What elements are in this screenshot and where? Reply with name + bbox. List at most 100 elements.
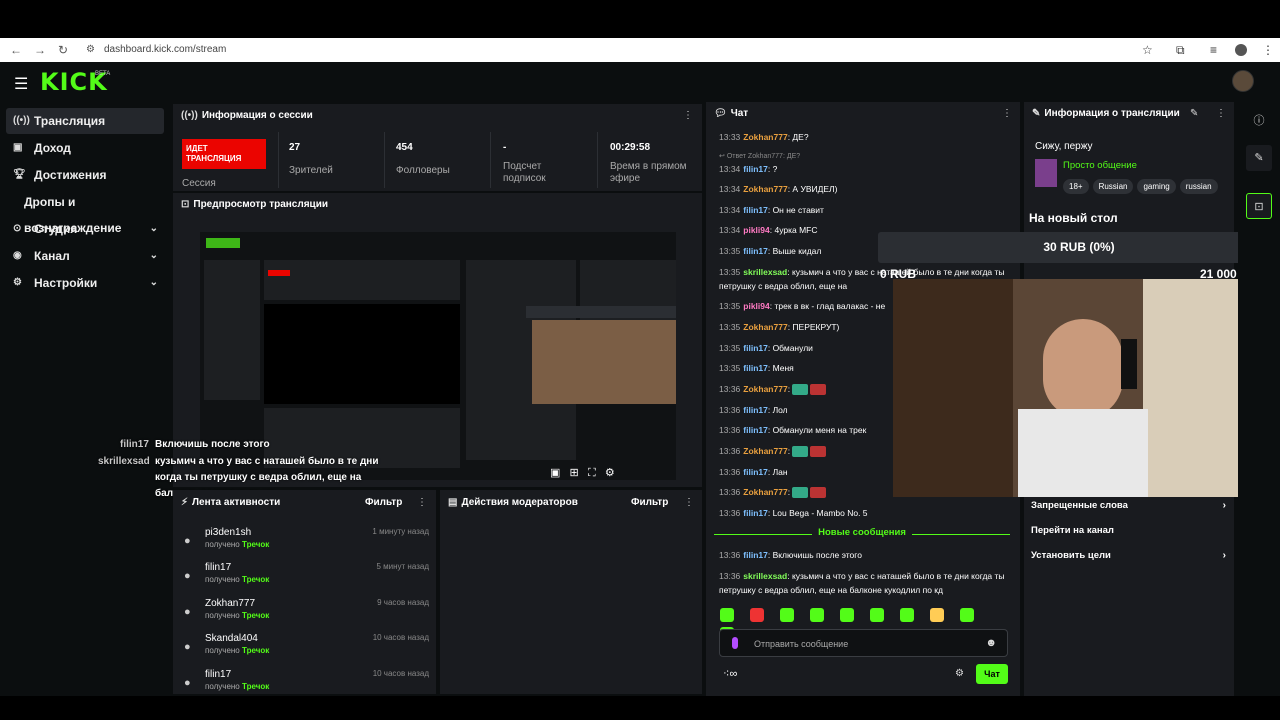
media-icon[interactable]: ≡ <box>1210 43 1217 57</box>
more-options-icon[interactable]: ⋮ <box>683 110 693 121</box>
back-icon[interactable]: ← <box>10 43 22 57</box>
chat-timestamp: 13:36 <box>719 487 741 497</box>
broadcast-icon: ((•)) <box>13 115 30 126</box>
url-field[interactable]: dashboard.kick.com/stream <box>104 44 226 55</box>
activity-item[interactable]: ● filin17 получено Тречок 5 минут назад <box>184 562 429 592</box>
chat-username[interactable]: filin17 <box>743 343 768 353</box>
chat-message[interactable]: 13:34 filin17: Он не ставит <box>719 203 1009 217</box>
chat-username[interactable]: Zokhan777 <box>743 487 787 497</box>
banned-words-link[interactable]: Запрещенные слова › <box>1031 500 1226 511</box>
sidebar-item-income[interactable]: ▣ Доход <box>6 135 164 161</box>
user-icon: ● <box>184 677 191 689</box>
chat-username[interactable]: filin17 <box>743 246 768 256</box>
category-thumbnail[interactable] <box>1035 159 1057 187</box>
preview-controls[interactable]: ▣ ⊞ ⛶ ⚙ <box>550 466 615 480</box>
chat-message[interactable]: 13:36 filin17: Включишь после этого <box>719 548 1009 562</box>
emote[interactable] <box>750 608 764 622</box>
chat-username[interactable]: Zokhan777 <box>743 446 787 456</box>
sidebar-item-settings[interactable]: ⚙ Настройки ⌄ <box>6 270 164 296</box>
reply-context: ↩ Ответ Zokhan777: ДЕ? <box>719 153 801 160</box>
sidebar-item-drops[interactable]: Дропы и вознаграждение <box>6 189 164 235</box>
more-options-icon[interactable]: ⋮ <box>1216 108 1226 119</box>
chat-username[interactable]: filin17 <box>743 205 768 215</box>
activity-item[interactable]: ● Skandal404 получено Тречок 10 часов на… <box>184 633 429 663</box>
chat-username[interactable]: filin17 <box>743 550 768 560</box>
sidebar-item-achievements[interactable]: 🏆︎ Достижения <box>6 162 164 188</box>
forward-icon[interactable]: → <box>34 43 46 57</box>
more-options-icon[interactable]: ⋮ <box>1002 108 1012 119</box>
chat-username[interactable]: Zokhan777 <box>743 322 787 332</box>
chat-username[interactable]: skrillexsad <box>743 571 787 581</box>
emote <box>810 384 827 396</box>
chat-message[interactable]: 13:36 filin17: Lou Bega - Mambo No. 5 <box>719 506 1009 520</box>
chat-username[interactable]: filin17 <box>743 405 768 415</box>
set-goals-link[interactable]: Установить цели › <box>1031 550 1226 561</box>
activity-user: filin17 <box>205 669 232 680</box>
activity-item[interactable]: ● pi3den1sh получено Тречок 1 минуту наз… <box>184 527 429 557</box>
emote[interactable] <box>900 608 914 622</box>
chat-timestamp: 13:36 <box>719 384 741 394</box>
edit-icon[interactable]: ✎ <box>1190 108 1198 119</box>
tag[interactable]: 18+ <box>1063 179 1089 194</box>
chat-username[interactable]: filin17 <box>743 363 768 373</box>
emote[interactable] <box>960 608 974 622</box>
tag-list: 18+ Russian gaming russian <box>1063 176 1233 194</box>
chat-username[interactable]: filin17 <box>743 508 768 518</box>
chat-username[interactable]: pikli94 <box>743 301 769 311</box>
profile-avatar[interactable] <box>1235 44 1247 56</box>
user-avatar[interactable] <box>1232 70 1254 92</box>
tag[interactable]: russian <box>1179 179 1218 194</box>
more-options-icon[interactable]: ⋮ <box>417 497 427 508</box>
chat-input[interactable]: Отправить сообщение ☻ <box>719 629 1008 657</box>
chat-username[interactable]: filin17 <box>743 425 768 435</box>
mod-filter-button[interactable]: Фильтр <box>631 497 668 508</box>
cam-person <box>1043 319 1123 419</box>
sidebar-item-stream[interactable]: ((•)) Трансляция <box>6 108 164 134</box>
chat-username[interactable]: Zokhan777 <box>743 384 787 394</box>
stat-label: Фолловеры <box>396 165 450 176</box>
shield-icon: ▤ <box>448 497 458 508</box>
extensions-icon[interactable]: ⧉ <box>1176 43 1185 58</box>
emote[interactable] <box>720 608 734 622</box>
emote[interactable] <box>930 608 944 622</box>
chat-username[interactable]: filin17 <box>743 164 768 174</box>
reload-icon[interactable]: ↻ <box>58 43 68 57</box>
chat-username[interactable]: filin17 <box>743 467 768 477</box>
tag[interactable]: Russian <box>1092 179 1134 194</box>
chat-message[interactable]: 13:34 Zokhan777: А УВИДЕЛ) <box>719 182 1009 196</box>
bolt-icon: ⚡︎ <box>181 497 189 508</box>
chat-username[interactable]: pikli94 <box>743 225 769 235</box>
sidebar-item-channel[interactable]: ◉ Канал ⌄ <box>6 243 164 269</box>
info-icon[interactable]: ⓘ <box>1246 108 1272 134</box>
chat-username[interactable]: skrillexsad <box>743 267 787 277</box>
activity-item[interactable]: ● Zokhan777 получено Тречок 9 часов наза… <box>184 598 429 628</box>
emote[interactable] <box>810 608 824 622</box>
send-chat-button[interactable]: Чат <box>976 664 1008 684</box>
menu-icon[interactable]: ☰ <box>14 74 28 94</box>
emote[interactable] <box>780 608 794 622</box>
mic-icon[interactable] <box>732 637 738 649</box>
chat-username[interactable]: Zokhan777 <box>743 132 787 142</box>
chat-message[interactable]: 13:33 Zokhan777: ДЕ? <box>719 130 1009 144</box>
go-to-channel-link[interactable]: Перейти на канал <box>1031 525 1226 536</box>
qr-icon[interactable]: ⊡ <box>1246 193 1272 219</box>
activity-filter-button[interactable]: Фильтр <box>365 497 402 508</box>
edit-icon[interactable]: ✎ <box>1246 145 1272 171</box>
activity-item[interactable]: ● filin17 получено Тречок 10 часов назад <box>184 669 429 691</box>
browser-menu-icon[interactable]: ⋮ <box>1262 43 1274 57</box>
chat-username[interactable]: Zokhan777 <box>743 184 787 194</box>
bookmark-star-icon[interactable]: ☆ <box>1142 43 1153 57</box>
emote[interactable] <box>840 608 854 622</box>
divider <box>278 132 279 188</box>
sidebar-item-studio[interactable]: ⊙ Студия ⌄ <box>6 216 164 242</box>
chat-settings-icon[interactable]: ⚙ <box>955 668 964 679</box>
tag[interactable]: gaming <box>1137 179 1176 194</box>
chat-message[interactable]: 13:36 skrillexsad: кузьмич а что у вас с … <box>719 569 1009 597</box>
more-options-icon[interactable]: ⋮ <box>684 497 694 508</box>
emoji-icon[interactable]: ☻ <box>985 637 997 649</box>
site-info-icon[interactable]: ⚙ <box>86 44 95 55</box>
chat-message[interactable]: 13:34 filin17: ? <box>719 162 1009 176</box>
chat-users-icon[interactable]: ⁖∞ <box>723 667 737 680</box>
category-link[interactable]: Просто общение <box>1063 160 1137 171</box>
emote[interactable] <box>870 608 884 622</box>
